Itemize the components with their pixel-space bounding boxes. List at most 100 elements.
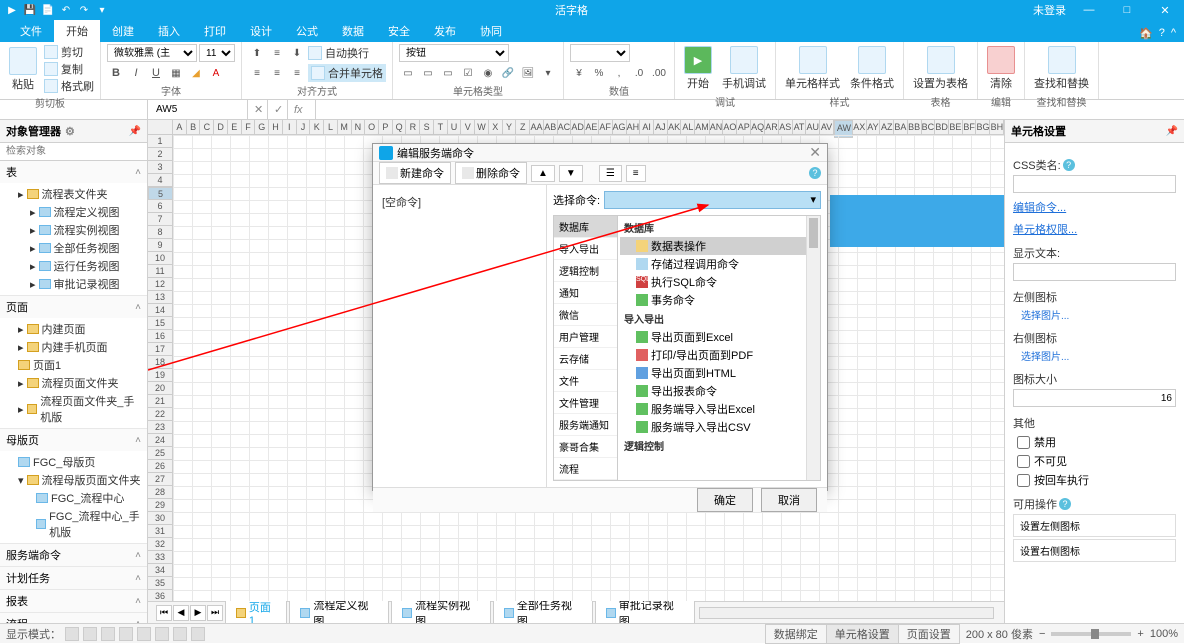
cat-item[interactable]: 通知: [554, 282, 617, 304]
row-header[interactable]: 5: [148, 187, 173, 200]
tab-nav-next[interactable]: ▶: [190, 605, 206, 621]
column-header[interactable]: B: [187, 120, 201, 134]
column-header[interactable]: AO: [723, 120, 737, 134]
command-list-item[interactable]: [空命令]: [379, 191, 540, 213]
cat-item[interactable]: 导入导出: [554, 238, 617, 260]
wrap-text-button[interactable]: 自动换行: [308, 45, 369, 61]
column-header[interactable]: AT: [793, 120, 807, 134]
currency-button[interactable]: ¥: [570, 64, 588, 82]
cancel-edit-icon[interactable]: ✕: [248, 100, 268, 119]
menu-data[interactable]: 数据: [330, 20, 376, 42]
tables-section[interactable]: 表˄: [0, 161, 147, 183]
status-tab-cellset[interactable]: 单元格设置: [827, 625, 899, 643]
cat-item[interactable]: 微信: [554, 304, 617, 326]
collapse-button[interactable]: ≡: [626, 165, 646, 182]
column-header[interactable]: AR: [765, 120, 779, 134]
select-command-dropdown[interactable]: ▾: [604, 191, 821, 209]
italic-button[interactable]: I: [127, 64, 145, 82]
column-header[interactable]: W: [475, 120, 489, 134]
celltype-btn-1[interactable]: ▭: [399, 64, 417, 82]
window-maximize-icon[interactable]: □: [1112, 4, 1142, 16]
tab-nav-last[interactable]: ⏭: [207, 605, 223, 621]
login-status[interactable]: 未登录: [1033, 2, 1066, 18]
view-mode-8[interactable]: [191, 627, 205, 641]
border-button[interactable]: ▦: [167, 64, 185, 82]
celltype-btn-8[interactable]: ▾: [539, 64, 557, 82]
cat-item[interactable]: 逻辑控制: [554, 260, 617, 282]
column-header[interactable]: I: [283, 120, 297, 134]
zoom-out-icon[interactable]: −: [1039, 628, 1045, 640]
start-button[interactable]: ▶开始: [681, 44, 715, 93]
column-header[interactable]: R: [406, 120, 420, 134]
row-header[interactable]: 24: [148, 434, 173, 447]
column-header[interactable]: BA: [894, 120, 908, 134]
column-header[interactable]: H: [269, 120, 283, 134]
column-header[interactable]: AB: [544, 120, 558, 134]
view-mode-4[interactable]: [119, 627, 133, 641]
column-header[interactable]: AX: [853, 120, 867, 134]
icon-size-input[interactable]: [1013, 389, 1176, 407]
find-replace-button[interactable]: 查找和替换: [1031, 44, 1092, 93]
column-header[interactable]: P: [379, 120, 393, 134]
dialog-titlebar[interactable]: 编辑服务端命令 ✕: [373, 144, 827, 162]
menu-publish[interactable]: 发布: [422, 20, 468, 42]
delete-command-button[interactable]: 删除命令: [455, 162, 527, 184]
celltype-btn-2[interactable]: ▭: [419, 64, 437, 82]
column-header[interactable]: G: [255, 120, 269, 134]
celltype-select[interactable]: 按钮: [399, 44, 509, 62]
tree-item[interactable]: ▸流程页面文件夹: [0, 374, 147, 392]
status-tab-databind[interactable]: 数据绑定: [766, 625, 827, 643]
cancel-button[interactable]: 取消: [761, 488, 817, 512]
tree-item[interactable]: ▸全部任务视图: [0, 239, 147, 257]
cat-item[interactable]: 文件: [554, 370, 617, 392]
column-header[interactable]: BC: [922, 120, 936, 134]
help-icon[interactable]: ?: [809, 167, 821, 179]
column-header[interactable]: L: [324, 120, 338, 134]
fill-color-button[interactable]: ◢: [187, 64, 205, 82]
row-header[interactable]: 19: [148, 369, 173, 382]
column-header[interactable]: K: [310, 120, 324, 134]
tree-item[interactable]: 打印/导出页面到PDF: [620, 346, 818, 364]
tree-item[interactable]: 存储过程调用命令: [620, 255, 818, 273]
column-header[interactable]: BB: [908, 120, 922, 134]
tree-scrollbar[interactable]: [806, 216, 820, 480]
cell-style-button[interactable]: 单元格样式: [782, 44, 843, 93]
number-format-select[interactable]: [570, 44, 630, 62]
process-section[interactable]: 流程˄: [0, 613, 147, 623]
row-header[interactable]: 28: [148, 486, 173, 499]
row-header[interactable]: 26: [148, 460, 173, 473]
column-header[interactable]: AZ: [880, 120, 894, 134]
comma-button[interactable]: ,: [610, 64, 628, 82]
column-header[interactable]: AS: [779, 120, 793, 134]
cat-item[interactable]: 豪哥合集: [554, 436, 617, 458]
qat-run-icon[interactable]: ▶: [4, 2, 20, 18]
column-header[interactable]: S: [420, 120, 434, 134]
column-header[interactable]: AI: [640, 120, 654, 134]
celltype-btn-3[interactable]: ▭: [439, 64, 457, 82]
tasks-section[interactable]: 计划任务˄: [0, 567, 147, 589]
column-header[interactable]: AE: [585, 120, 599, 134]
row-header[interactable]: 35: [148, 577, 173, 590]
qat-new-icon[interactable]: 📄: [40, 2, 56, 18]
cond-format-button[interactable]: 条件格式: [847, 44, 897, 93]
menu-insert[interactable]: 插入: [146, 20, 192, 42]
window-minimize-icon[interactable]: —: [1074, 4, 1104, 16]
row-header[interactable]: 29: [148, 499, 173, 512]
view-mode-6[interactable]: [155, 627, 169, 641]
column-header[interactable]: AD: [571, 120, 585, 134]
help-icon[interactable]: ?: [1159, 27, 1165, 40]
clear-button[interactable]: 清除: [984, 44, 1018, 93]
row-header[interactable]: 27: [148, 473, 173, 486]
tree-item[interactable]: FGC_流程中心: [0, 489, 147, 507]
column-headers[interactable]: ABCDEFGHIJKLMNOPQRSTUVWXYZAAABACADAEAFAG…: [173, 120, 1004, 135]
row-header[interactable]: 3: [148, 161, 173, 174]
qat-dropdown-icon[interactable]: ▾: [94, 2, 110, 18]
column-header[interactable]: U: [448, 120, 462, 134]
view-mode-3[interactable]: [101, 627, 115, 641]
column-header[interactable]: V: [461, 120, 475, 134]
font-color-button[interactable]: A: [207, 64, 225, 82]
master-section[interactable]: 母版页˄: [0, 429, 147, 451]
tree-item[interactable]: ▸流程实例视图: [0, 221, 147, 239]
tab-nav-prev[interactable]: ◀: [173, 605, 189, 621]
cat-item[interactable]: 文件管理: [554, 392, 617, 414]
